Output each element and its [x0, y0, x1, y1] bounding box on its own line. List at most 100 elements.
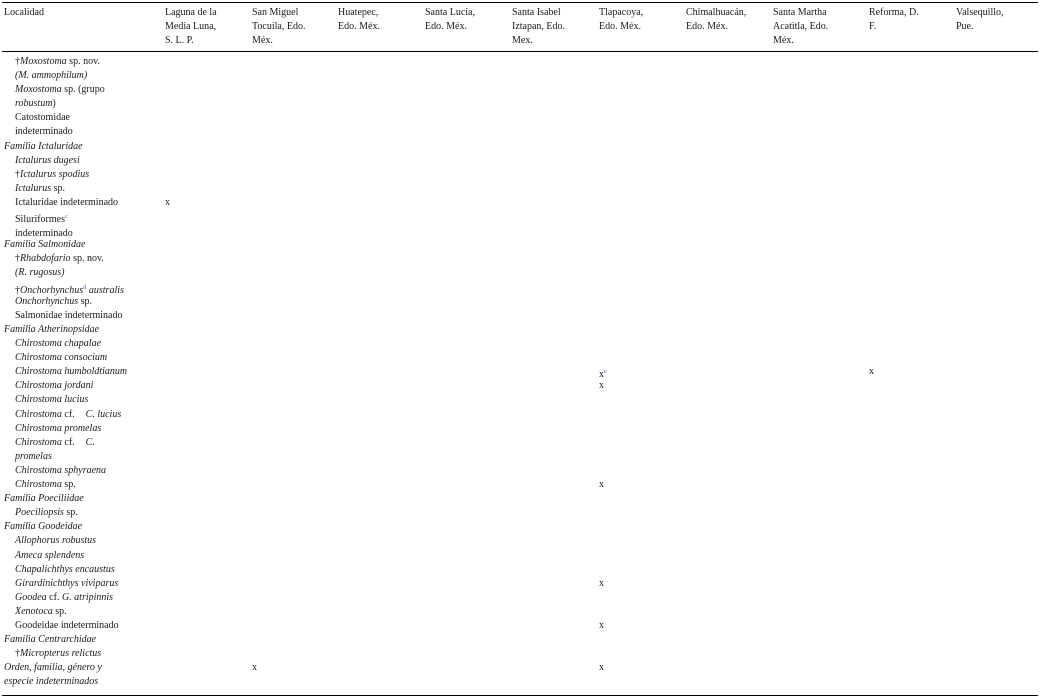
- taxon-name: (M. ammophilum): [15, 70, 88, 82]
- taxon-row-label: Ameca splendens: [4, 549, 154, 563]
- taxon-row-label: Chirostoma lucius: [4, 393, 154, 407]
- column-header-line: Tlapacoya,: [599, 7, 644, 18]
- taxon-row-label: Ictalurus dugesi: [4, 154, 154, 168]
- label-line: Orden, familia, género y: [4, 661, 154, 675]
- label-line: Chirostoma humboldtianum: [4, 365, 154, 379]
- taxon-name: Chirostoma chapalae: [15, 338, 102, 349]
- presence-mark: x: [599, 619, 604, 633]
- label-line: Chirostoma cf. C. lucius: [4, 408, 154, 422]
- taxon-name: Familia Ictaluridae: [4, 140, 83, 152]
- column-header-line: Iztapan, Edo.: [512, 21, 566, 33]
- taxon-row-label: Xenotoca sp.: [4, 605, 154, 619]
- taxon-row-label: Chirostoma humboldtianum: [4, 365, 154, 379]
- taxon-name: Chirostoma: [15, 479, 62, 490]
- presence-mark-text: x: [599, 620, 604, 631]
- label-line: Familia Atherinopsidae: [4, 323, 154, 337]
- column-header-line: Pue.: [956, 21, 974, 33]
- taxon-row-label: Chirostoma promelas: [4, 422, 154, 436]
- taxon-row-label: Chapalichthys encaustus: [4, 563, 154, 577]
- column-header: Chimalhuacán, Edo. Méx.: [686, 6, 746, 34]
- label-text: sp. (grupo: [61, 84, 105, 96]
- taxon-name: Chapalichthys encaustus: [15, 563, 115, 575]
- column-header: Reforma, D. F.: [869, 6, 919, 34]
- column-header: Huatepec, Edo. Méx.: [338, 6, 380, 34]
- column-header-line: S. L. P.: [165, 35, 194, 47]
- taxon-row-label: Chirostoma sp.: [4, 478, 154, 492]
- column-header: Laguna de la Media Luna, S. L. P.: [165, 6, 217, 48]
- label-line: Salmonidae indeterminado: [4, 309, 154, 323]
- taxon-row-label: Ictalurus sp.: [4, 182, 154, 196]
- taxon-row-label: Chirostoma cf. C. promelas: [4, 436, 154, 464]
- column-header-line: Edo. Méx.: [425, 21, 467, 33]
- column-header: Valsequillo, Pue.: [956, 6, 1004, 34]
- family-row-label: Familia Goodeidae: [4, 520, 154, 534]
- column-header-line: Huatepec,: [338, 7, 379, 18]
- label-line: Chirostoma sphyraena: [4, 464, 154, 478]
- label-line: †Ictalurus spodius: [4, 168, 154, 182]
- footnote-ref: e: [604, 368, 607, 376]
- taxon-name: Chirostoma lucius: [15, 394, 89, 406]
- label-text: sp.: [51, 182, 66, 194]
- taxon-name: Moxostoma: [20, 56, 67, 67]
- label-line: Xenotoca sp.: [4, 605, 154, 619]
- column-header-line: Santa Lucía,: [425, 7, 475, 18]
- taxon-name: Orden, familia, género y: [4, 662, 102, 674]
- label-line: Familia Goodeidae: [4, 520, 154, 534]
- taxon-name: Ictalurus: [15, 182, 52, 194]
- label-text: indeterminado: [15, 126, 73, 138]
- presence-mark: x: [599, 379, 604, 393]
- column-header: Santa Isabel Iztapan, Edo. Mex.: [512, 6, 565, 48]
- taxon-row-label: †Micropterus relictus: [4, 647, 154, 661]
- label-line: Familia Ictaluridae: [4, 140, 154, 154]
- label-line: Chirostoma promelas: [4, 422, 154, 436]
- taxon-name: Familia Atherinopsidae: [4, 323, 100, 335]
- taxon-row-label: Chirostoma cf. C. lucius: [4, 408, 154, 422]
- taxon-name: Poeciliopsis: [15, 507, 64, 519]
- taxon-name: Micropterus relictus: [20, 648, 102, 660]
- taxon-name: Ameca splendens: [15, 549, 85, 561]
- presence-mark-text: x: [869, 366, 874, 378]
- taxon-row-label: Allophorus robustus: [4, 534, 154, 548]
- taxon-row-label: †Rhabdofario sp. nov. (R. rugosus): [4, 252, 154, 280]
- label-line: robustum): [4, 97, 154, 111]
- taxon-name: Ictalurus dugesi: [15, 154, 80, 166]
- family-row-label: Familia Salmonidae: [4, 238, 154, 252]
- column-header-line: Chimalhuacán,: [686, 7, 747, 18]
- label-text: sp.: [52, 605, 67, 617]
- label-line: Poeciliopsis sp.: [4, 506, 154, 520]
- label-line: Chirostoma lucius: [4, 393, 154, 407]
- presence-mark: x: [599, 577, 604, 591]
- column-header-line: Localidad: [4, 7, 44, 18]
- label-line: especie indeterminados: [4, 675, 154, 689]
- column-header: Santa Lucía, Edo. Méx.: [425, 6, 475, 34]
- footnote-ref: c: [65, 213, 68, 221]
- presence-mark: x: [599, 478, 604, 492]
- column-header-line: Santa Martha: [773, 7, 827, 18]
- label-line: †Moxostoma sp. nov.: [4, 55, 154, 69]
- label-line: Familia Salmonidae: [4, 238, 154, 252]
- label-text: sp. nov.: [70, 253, 104, 265]
- taxon-row-label: Chirostoma sphyraena: [4, 464, 154, 478]
- taxon-name: Girardinichthys viviparus: [15, 577, 119, 589]
- taxon-name: Familia Salmonidae: [4, 239, 86, 251]
- column-header-line: Méx.: [773, 35, 794, 47]
- taxon-name: Chirostoma sphyraena: [15, 464, 107, 476]
- label-text: sp. nov.: [66, 56, 100, 67]
- family-row-label: Familia Atherinopsidae: [4, 323, 154, 337]
- label-line: Catostomidae: [4, 111, 154, 125]
- column-header-localidad: Localidad: [4, 6, 44, 20]
- label-line: Chirostoma sp.: [4, 478, 154, 492]
- taxon-name: C. lucius: [85, 408, 122, 420]
- column-header-line: Reforma, D.: [869, 7, 919, 18]
- taxon-name: Chirostoma humboldtianum: [15, 366, 128, 378]
- taxon-row-label: Chirostoma jordani: [4, 379, 154, 393]
- label-line: Chirostoma consocium: [4, 351, 154, 365]
- taxon-row-label: Onchorhynchus sp.: [4, 295, 154, 309]
- taxon-row-label: Poeciliopsis sp.: [4, 506, 154, 520]
- taxon-row-label: †Moxostoma sp. nov. (M. ammophilum): [4, 55, 154, 83]
- taxon-name: Allophorus robustus: [15, 535, 97, 547]
- column-header-line: Méx.: [252, 35, 273, 47]
- label-line: Ictaluridae indeterminado: [4, 196, 154, 210]
- column-header-line: Edo. Méx.: [338, 21, 380, 33]
- taxon-name: Xenotoca: [15, 605, 53, 617]
